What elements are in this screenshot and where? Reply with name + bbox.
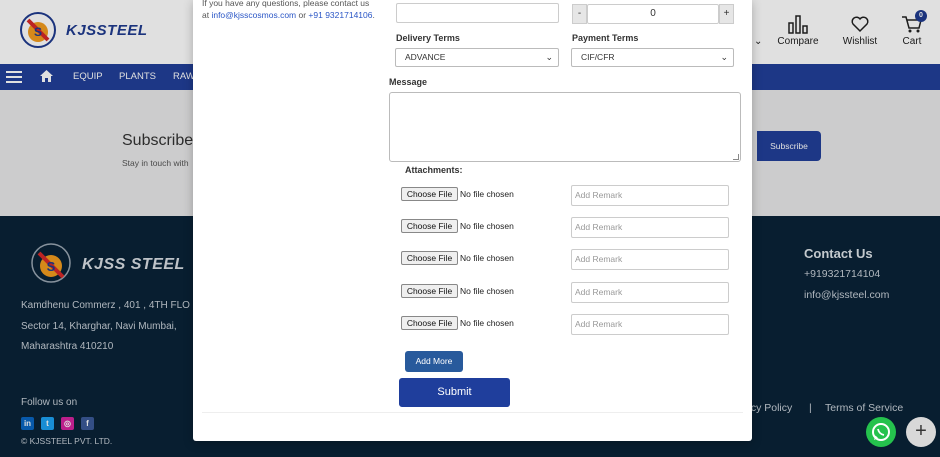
add-more-button[interactable]: Add More — [405, 351, 463, 372]
quantity-increment-button[interactable]: + — [719, 4, 734, 24]
modal-divider — [202, 412, 743, 413]
intro-email-link[interactable]: info@kjsscosmos.com — [211, 10, 296, 20]
remark-input[interactable]: Add Remark — [571, 185, 729, 206]
choose-file-button[interactable]: Choose File — [401, 187, 458, 201]
quantity-input[interactable]: 0 — [587, 4, 719, 24]
attachment-row: Choose File No file chosen Add Remark — [401, 217, 729, 239]
choose-file-button[interactable]: Choose File — [401, 316, 458, 330]
payment-terms-value: CIF/CFR — [581, 52, 615, 62]
remark-input[interactable]: Add Remark — [571, 249, 729, 270]
choose-file-button[interactable]: Choose File — [401, 219, 458, 233]
choose-file-button[interactable]: Choose File — [401, 284, 458, 298]
file-status-text: No file chosen — [460, 253, 514, 263]
attachment-row: Choose File No file chosen Add Remark — [401, 249, 729, 271]
delivery-terms-value: ADVANCE — [405, 52, 446, 62]
quantity-unit-input[interactable] — [396, 3, 559, 23]
resize-handle-icon[interactable] — [733, 154, 739, 160]
message-label: Message — [389, 77, 428, 87]
file-status-text: No file chosen — [460, 221, 514, 231]
chevron-down-icon: ⌄ — [545, 52, 553, 62]
remark-input[interactable]: Add Remark — [571, 282, 729, 303]
remark-input[interactable]: Add Remark — [571, 314, 729, 335]
whatsapp-icon — [872, 423, 890, 441]
delivery-terms-label: Delivery Terms — [396, 33, 460, 43]
quantity-decrement-button[interactable]: - — [572, 4, 587, 24]
chevron-down-icon: ⌄ — [720, 52, 728, 62]
payment-terms-label: Payment Terms — [572, 33, 639, 43]
choose-file-button[interactable]: Choose File — [401, 251, 458, 265]
plus-fab-button[interactable]: + — [906, 417, 936, 447]
intro-suffix: . — [372, 10, 375, 20]
file-status-text: No file chosen — [460, 286, 514, 296]
attachment-row: Choose File No file chosen Add Remark — [401, 282, 729, 304]
message-textarea[interactable] — [389, 92, 741, 162]
attachments-label: Attachments: — [405, 165, 463, 175]
submit-button[interactable]: Submit — [399, 378, 510, 407]
payment-terms-select[interactable]: CIF/CFR ⌄ — [571, 48, 734, 67]
attachment-row: Choose File No file chosen Add Remark — [401, 185, 729, 207]
delivery-terms-select[interactable]: ADVANCE ⌄ — [395, 48, 559, 67]
remark-input[interactable]: Add Remark — [571, 217, 729, 238]
file-status-text: No file chosen — [460, 318, 514, 328]
modal-intro-text: If you have any questions, please contac… — [202, 0, 377, 21]
attachment-row: Choose File No file chosen Add Remark — [401, 314, 729, 336]
whatsapp-button[interactable] — [866, 417, 896, 447]
intro-phone-link[interactable]: +91 9321714106 — [308, 10, 372, 20]
enquiry-modal: If you have any questions, please contac… — [193, 0, 752, 441]
file-status-text: No file chosen — [460, 189, 514, 199]
intro-mid: or — [296, 10, 309, 20]
